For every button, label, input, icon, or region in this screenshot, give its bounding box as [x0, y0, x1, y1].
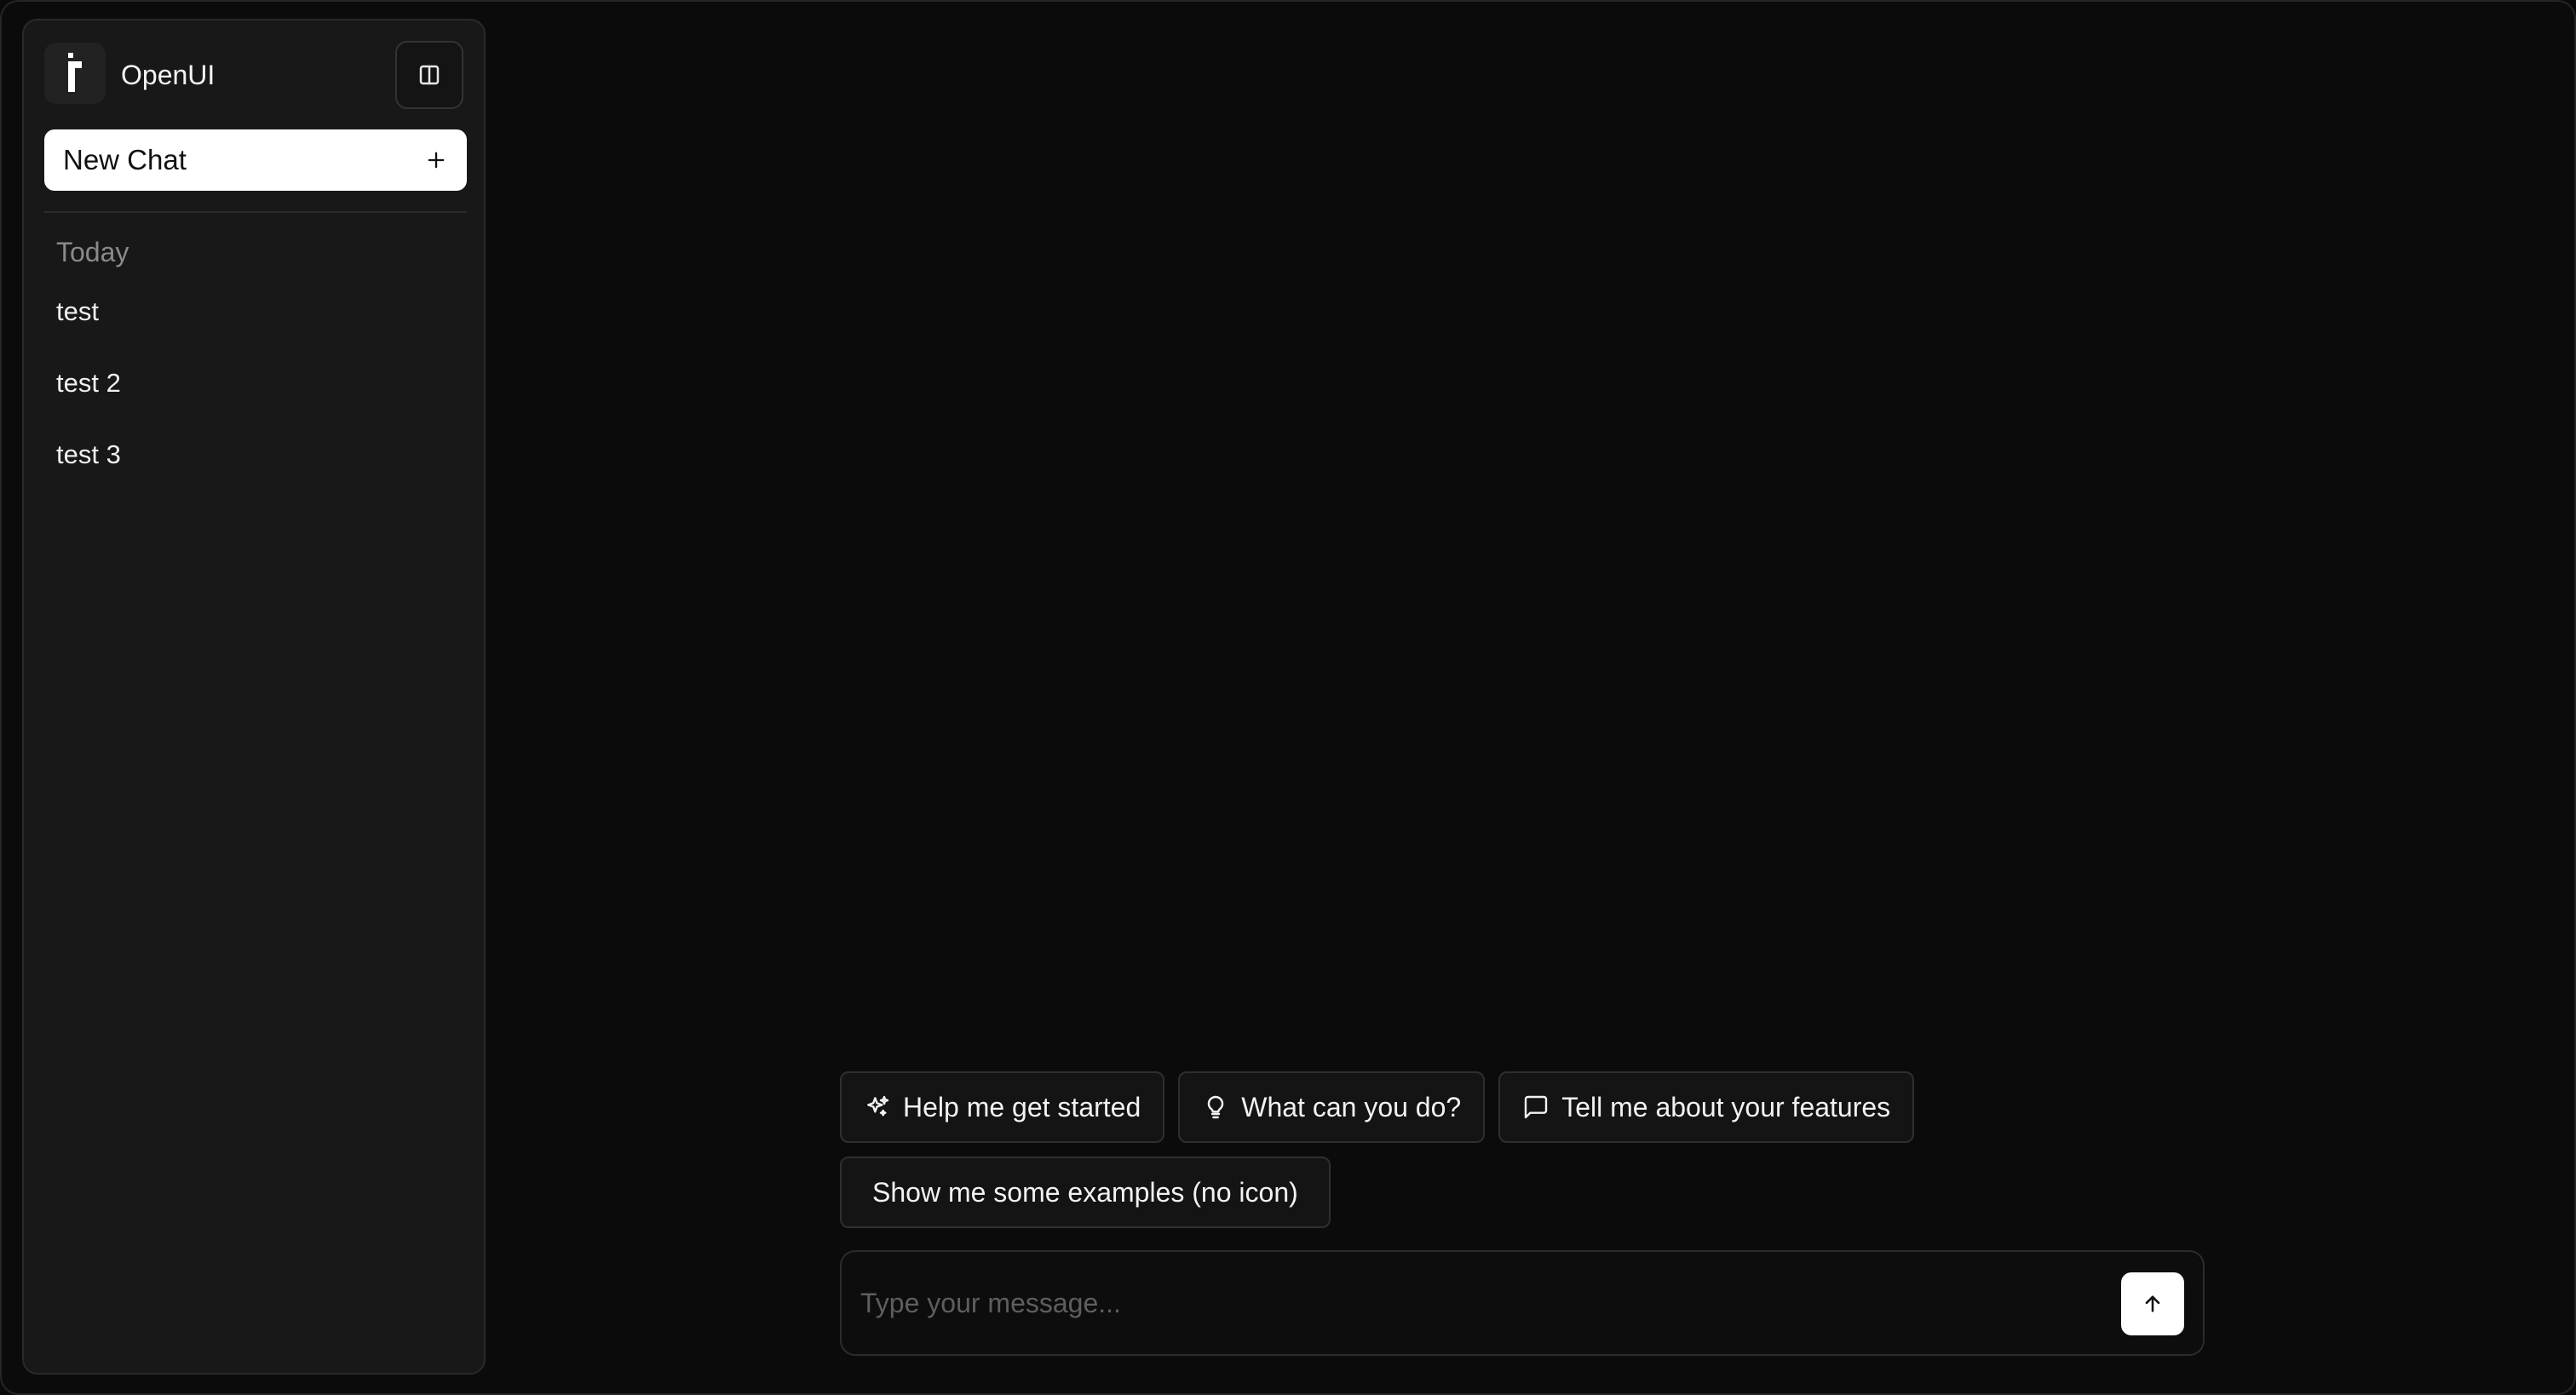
message-square-icon: [1522, 1094, 1550, 1121]
sidebar-divider: [44, 211, 467, 213]
sidebar: OpenUI New Chat Today test test 2 test 3: [22, 19, 486, 1375]
suggestion-label: Tell me about your features: [1561, 1091, 1891, 1122]
suggestion-label: Help me get started: [903, 1091, 1141, 1122]
chat-history-item[interactable]: test 2: [56, 365, 121, 436]
openui-logo-icon: [44, 43, 106, 104]
message-composer: [840, 1250, 2205, 1356]
sparkles-icon: [864, 1094, 891, 1121]
toggle-sidebar-button[interactable]: [395, 41, 463, 109]
suggestion-label: Show me some examples (no icon): [872, 1176, 1298, 1208]
suggestion-tell-me-about-features[interactable]: Tell me about your features: [1498, 1071, 1915, 1143]
brand-name: OpenUI: [121, 60, 216, 90]
suggestion-help-me-get-started[interactable]: Help me get started: [840, 1071, 1165, 1143]
suggestion-label: What can you do?: [1241, 1091, 1462, 1122]
send-button[interactable]: [2121, 1272, 2184, 1335]
plus-icon: [428, 152, 445, 169]
new-chat-button[interactable]: New Chat: [44, 129, 467, 191]
new-chat-label: New Chat: [63, 144, 187, 175]
message-input[interactable]: [860, 1276, 2104, 1330]
chat-history-list: test test 2 test 3: [56, 293, 121, 508]
app-window: OpenUI New Chat Today test test 2 test 3: [0, 0, 2576, 1395]
history-section-label: Today: [56, 237, 129, 267]
arrow-up-icon: [2145, 1295, 2160, 1312]
suggestion-show-examples[interactable]: Show me some examples (no icon): [840, 1157, 1331, 1228]
suggestion-what-can-you-do[interactable]: What can you do?: [1178, 1071, 1486, 1143]
suggestion-chips: Help me get started What can you do? Tel…: [840, 1071, 2203, 1242]
chat-history-item[interactable]: test 3: [56, 436, 121, 508]
chat-history-item[interactable]: test: [56, 293, 121, 365]
lightbulb-icon: [1202, 1094, 1229, 1121]
panel-left-icon: [419, 65, 440, 85]
